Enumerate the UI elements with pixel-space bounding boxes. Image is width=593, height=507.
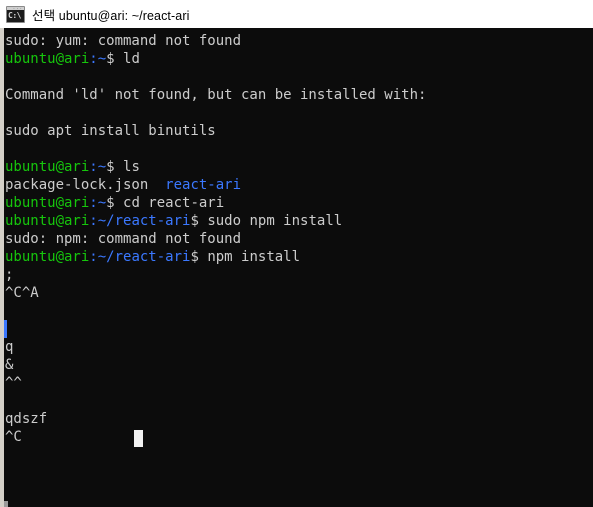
terminal-output-line: ^C <box>5 428 593 446</box>
icon-dots: ··· <box>12 5 23 11</box>
terminal-screen[interactable]: sudo: yum: command not found ubuntu@ari:~… <box>4 32 593 507</box>
window-title: 선택 ubuntu@ari: ~/react-ari <box>32 5 189 24</box>
prompt-command: ls <box>114 159 140 175</box>
output-text: sudo: npm: command not found <box>5 231 242 247</box>
terminal-prompt-line: ubuntu@ari:~$ ld <box>5 50 593 68</box>
terminal-surface[interactable]: sudo: yum: command not found ubuntu@ari:~… <box>0 28 593 507</box>
prompt-path: :~/react-ari <box>89 249 191 265</box>
output-text: ; <box>5 267 14 283</box>
prompt-path: :~ <box>89 159 107 175</box>
terminal-output-line: ^C^A <box>5 284 593 302</box>
terminal-output-line: sudo apt install binutils <box>5 122 593 140</box>
terminal-prompt-line: ubuntu@ari:~/react-ari$ sudo npm install <box>5 212 593 230</box>
terminal-prompt-line: ubuntu@ari:~$ cd react-ari <box>5 194 593 212</box>
terminal-output-line: & <box>5 356 593 374</box>
prompt-sigil: $ <box>106 195 115 211</box>
window-title-prefix: 선택 <box>32 8 56 23</box>
output-text: sudo: yum: command not found <box>5 33 242 49</box>
terminal-output-line: qdszf <box>5 410 593 428</box>
output-text: ^C <box>5 429 22 445</box>
output-text: qdszf <box>5 411 48 427</box>
output-text: & <box>5 357 14 373</box>
prompt-user-host: ubuntu@ari <box>5 159 90 175</box>
prompt-command: cd react-ari <box>114 195 225 211</box>
prompt-path: :~/react-ari <box>89 213 191 229</box>
selection-marker <box>4 320 7 338</box>
terminal-output-line: Command 'ld' not found, but can be insta… <box>5 86 593 104</box>
output-text: ^^ <box>5 375 22 391</box>
prompt-sigil: $ <box>106 51 115 67</box>
prompt-sigil: $ <box>190 213 199 229</box>
output-text: ^C^A <box>5 285 39 301</box>
terminal-prompt-line: ubuntu@ari:~/react-ari$ npm install <box>5 248 593 266</box>
prompt-sigil: $ <box>190 249 199 265</box>
output-text: q <box>5 339 14 355</box>
prompt-path: :~ <box>89 195 107 211</box>
text-cursor <box>134 430 143 447</box>
terminal-window: ··· C:\ 선택 ubuntu@ari: ~/react-ari sudo:… <box>0 0 593 507</box>
terminal-output-line: ; <box>5 266 593 284</box>
window-title-path: ubuntu@ari: ~/react-ari <box>58 8 190 23</box>
prompt-command: ld <box>114 51 140 67</box>
ls-gap <box>148 177 165 193</box>
prompt-sigil: $ <box>106 159 115 175</box>
prompt-command: npm install <box>198 249 301 265</box>
ls-file-entry: package-lock.json <box>5 177 149 193</box>
prompt-user-host: ubuntu@ari <box>5 213 90 229</box>
icon-prompt-glyph: C:\ <box>8 10 21 20</box>
prompt-user-host: ubuntu@ari <box>5 195 90 211</box>
terminal-output-line: ^^ <box>5 374 593 392</box>
output-text: sudo apt install binutils <box>5 123 216 139</box>
terminal-output-line: q <box>5 338 593 356</box>
console-window-icon: ··· C:\ <box>6 5 25 23</box>
prompt-user-host: ubuntu@ari <box>5 51 90 67</box>
prompt-command: sudo npm install <box>198 213 343 229</box>
window-titlebar[interactable]: ··· C:\ 선택 ubuntu@ari: ~/react-ari <box>0 0 593 28</box>
terminal-output-line: sudo: npm: command not found <box>5 230 593 248</box>
prompt-user-host: ubuntu@ari <box>5 249 90 265</box>
terminal-prompt-line: ubuntu@ari:~$ ls <box>5 158 593 176</box>
prompt-path: :~ <box>89 51 107 67</box>
scrollbar-corner-nub[interactable] <box>4 501 8 507</box>
ls-directory-entry: react-ari <box>165 177 242 193</box>
output-text: Command 'ld' not found, but can be insta… <box>5 87 427 103</box>
terminal-ls-output: package-lock.json react-ari <box>5 176 593 194</box>
terminal-output-line: sudo: yum: command not found <box>5 32 593 50</box>
